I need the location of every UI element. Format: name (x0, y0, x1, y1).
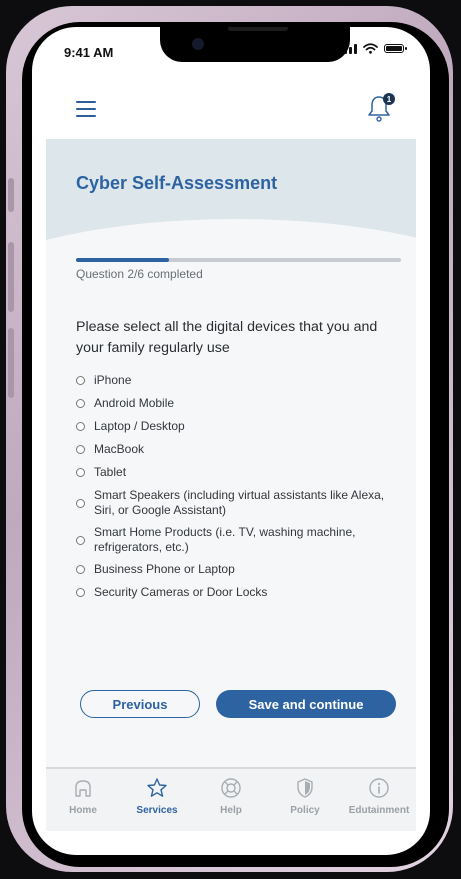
notch (160, 27, 350, 62)
radio-button[interactable] (76, 535, 85, 545)
radio-button[interactable] (76, 399, 85, 408)
radio-button[interactable] (76, 588, 85, 597)
nav-label: Edutainment (348, 805, 410, 816)
front-camera (192, 38, 204, 50)
option-label: Business Phone or Laptop (94, 562, 235, 576)
radio-button[interactable] (76, 468, 85, 477)
option-label: Android Mobile (94, 396, 175, 410)
mute-switch (8, 178, 14, 212)
notification-bell[interactable]: 1 (366, 93, 395, 123)
option-tablet[interactable]: Tablet (76, 465, 396, 480)
progress-bar (76, 258, 401, 262)
volume-up-button (8, 242, 14, 312)
speaker-grille (228, 27, 288, 31)
previous-button[interactable]: Previous (80, 690, 200, 718)
help-icon (221, 778, 241, 798)
nav-services[interactable]: Services (120, 769, 194, 831)
home-icon (75, 780, 91, 797)
option-business-phone-laptop[interactable]: Business Phone or Laptop (76, 562, 396, 577)
option-label: Laptop / Desktop (94, 419, 185, 433)
nav-edutainment[interactable]: Edutainment (342, 769, 416, 831)
option-laptop-desktop[interactable]: Laptop / Desktop (76, 419, 396, 434)
radio-button[interactable] (76, 565, 85, 574)
option-label: iPhone (94, 373, 132, 387)
volume-down-button (8, 328, 14, 398)
option-label: Smart Speakers (including virtual assist… (94, 488, 385, 517)
bottom-nav: Home Services Help Policy Edutainment (46, 767, 416, 831)
nav-home[interactable]: Home (46, 769, 120, 831)
option-label: Tablet (94, 465, 127, 479)
progress-fill (76, 258, 169, 262)
radio-button[interactable] (76, 445, 85, 454)
shield-icon (297, 778, 313, 798)
battery-icon (384, 44, 407, 53)
hero-curve (46, 219, 416, 249)
nav-help[interactable]: Help (194, 769, 268, 831)
option-macbook[interactable]: MacBook (76, 442, 396, 457)
star-icon (147, 778, 167, 797)
option-label: Security Cameras or Door Locks (94, 585, 268, 599)
question-text: Please select all the digital devices th… (76, 319, 378, 356)
option-security-cameras[interactable]: Security Cameras or Door Locks (76, 585, 396, 600)
option-smart-speakers[interactable]: Smart Speakers (including virtual assist… (76, 488, 396, 518)
phone-screen: 9:41 AM 1 Cyber Self-Assessment Question… (32, 27, 430, 855)
radio-button[interactable] (76, 376, 85, 385)
option-iphone[interactable]: iPhone (76, 373, 396, 388)
option-android-mobile[interactable]: Android Mobile (76, 396, 396, 411)
notification-badge: 1 (383, 93, 395, 105)
nav-label: Home (69, 805, 97, 816)
wifi-icon (363, 43, 378, 54)
info-icon (369, 778, 389, 798)
option-smart-home-products[interactable]: Smart Home Products (i.e. TV, washing ma… (76, 525, 396, 555)
nav-label: Services (136, 805, 178, 816)
menu-icon[interactable] (76, 101, 96, 117)
assessment-panel: Cyber Self-Assessment Question 2/6 compl… (46, 139, 416, 767)
nav-label: Policy (290, 805, 320, 816)
hero-banner (46, 139, 416, 249)
nav-label: Help (220, 805, 242, 816)
option-label: MacBook (94, 442, 145, 456)
progress-text: Question 2/6 completed (76, 267, 203, 281)
page-title: Cyber Self-Assessment (76, 173, 278, 193)
top-bar: 1 (32, 85, 430, 137)
option-label: Smart Home Products (i.e. TV, washing ma… (94, 525, 356, 554)
nav-policy[interactable]: Policy (268, 769, 342, 831)
options-list: iPhone Android Mobile Laptop / Desktop M… (76, 373, 396, 608)
status-time: 9:41 AM (64, 45, 114, 60)
radio-button[interactable] (76, 422, 85, 431)
save-and-continue-button[interactable]: Save and continue (216, 690, 396, 718)
radio-button[interactable] (76, 498, 85, 508)
